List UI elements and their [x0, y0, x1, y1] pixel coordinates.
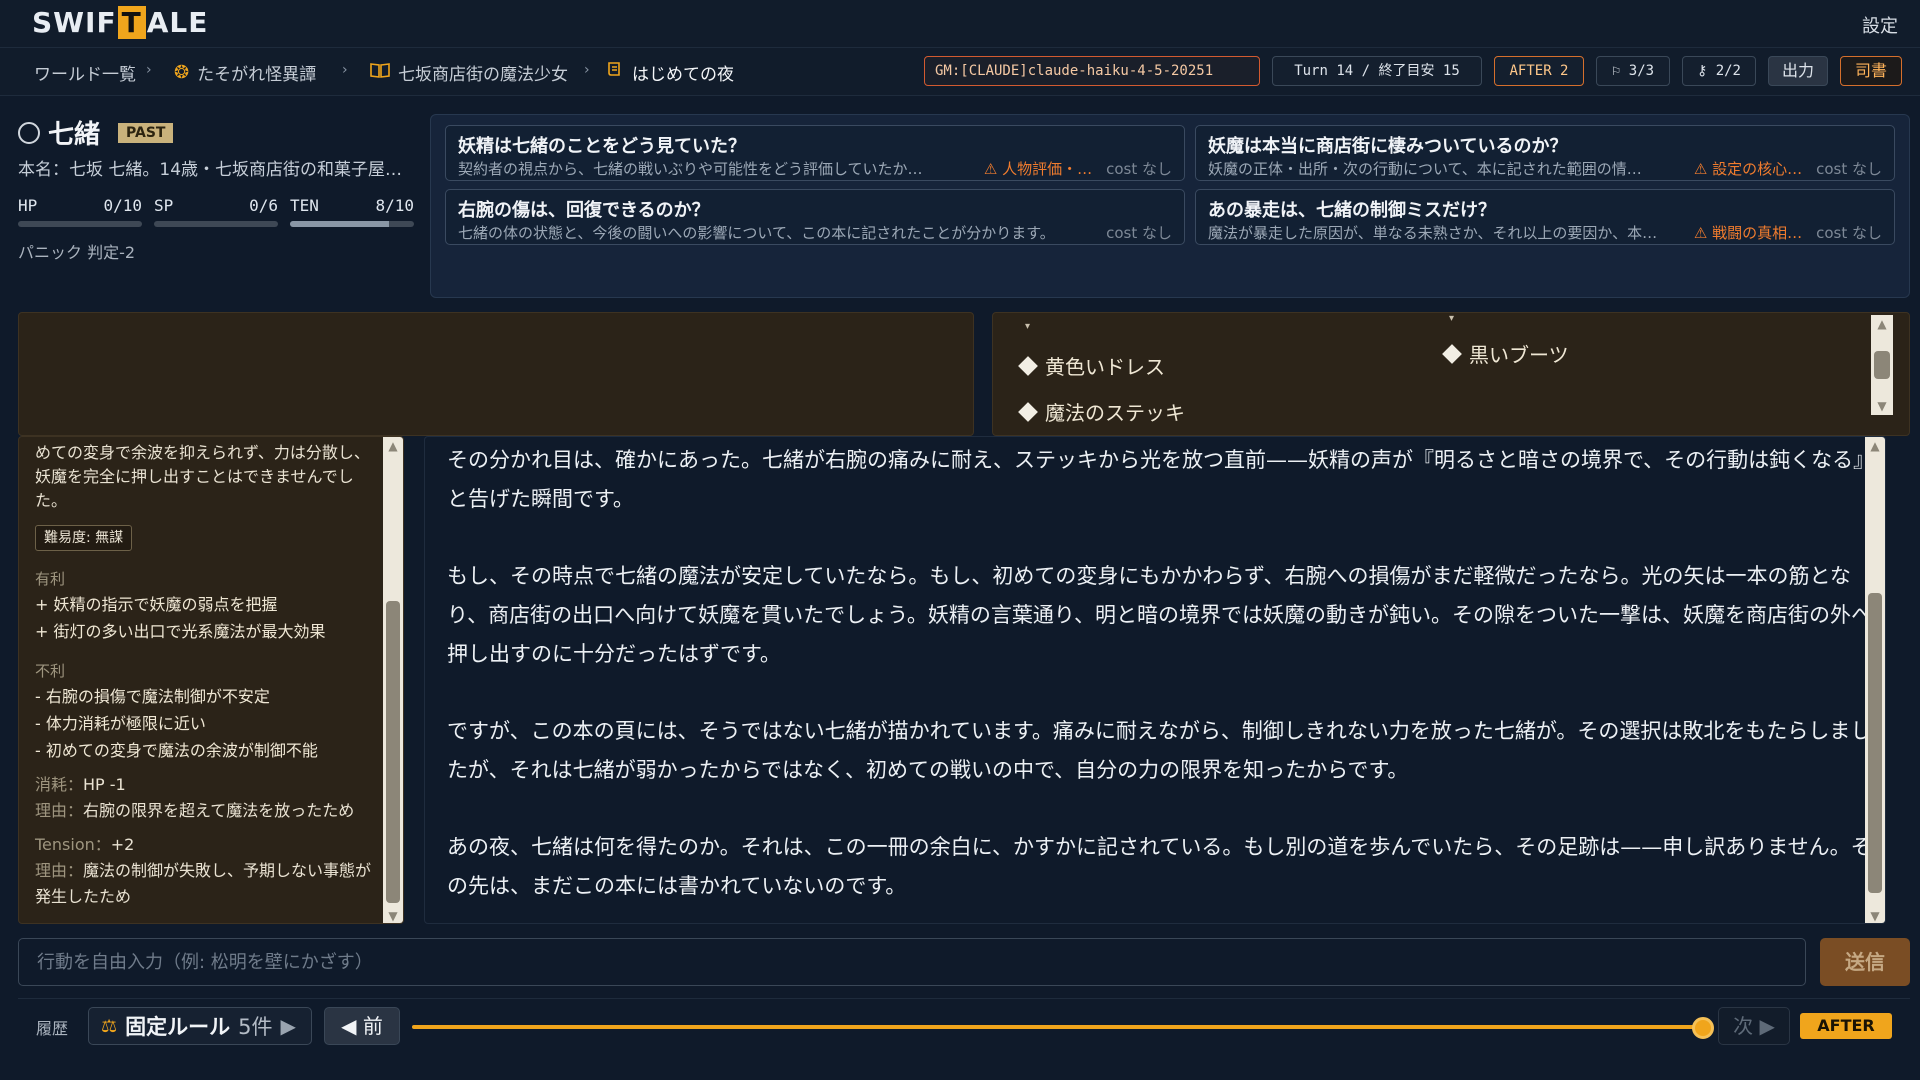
judgement-log: めての変身で余波を抑えられず、力は分散し、妖魔を完全に押し出すことはできませんで…	[18, 436, 404, 924]
turn-counter: Turn 14 / 終了目安 15	[1272, 56, 1482, 86]
scroll-down-icon[interactable]: ▼	[1871, 399, 1893, 413]
story-panel: その分かれ目は、確かにあった。七緒が右腕の痛みに耐え、ステッキから光を放つ直前—…	[424, 436, 1886, 924]
character-panel: 七緒 PAST 本名：七坂 七緒。14歳・七坂商店街の和菓子屋… HP 0/10 …	[18, 114, 428, 294]
person-icon	[18, 121, 40, 144]
send-button[interactable]: 送信	[1820, 938, 1910, 986]
caret-icon: ▾	[1449, 313, 1455, 324]
play-icon: ▶	[280, 1014, 296, 1038]
top-bar: SWIF T ALE 設定	[0, 0, 1920, 48]
question-panel: 妖精は七緒のことをどう見ていた？ 契約者の視点から、七緒の戦いぶりや可能性をどう…	[430, 114, 1910, 298]
breadcrumb-chapter[interactable]: はじめての夜	[606, 60, 734, 85]
character-name: 七緒	[48, 120, 101, 150]
breadcrumb-separator: ›	[584, 62, 590, 78]
breadcrumb-separator: ›	[342, 62, 348, 78]
inventory-item[interactable]: 黄色いドレス	[1018, 351, 1165, 380]
next-button[interactable]: 次 ▶	[1718, 1007, 1790, 1045]
difficulty-badge: 難易度: 無謀	[35, 525, 133, 551]
diamond-icon	[1018, 401, 1038, 422]
breadcrumb-book[interactable]: 七坂商店街の魔法少女	[370, 60, 568, 85]
app-logo[interactable]: SWIF T ALE	[32, 6, 208, 39]
pro-item: + 街灯の多い出口で光系魔法が最大効果	[35, 622, 326, 641]
history-bar: 履歴 ⚖ 固定ルール 5件 ▶ ◀ 前 次 ▶ AFTER	[18, 998, 1910, 1050]
caret-icon: ▾	[1025, 321, 1031, 332]
flag-icon: ⚐	[1611, 63, 1621, 79]
breadcrumb-world[interactable]: ❂ たそがれ怪異譚	[174, 60, 316, 85]
history-slider-track[interactable]	[412, 1025, 1704, 1029]
diamond-icon	[1018, 355, 1038, 376]
inventory-panel: ▾ ▾ 黄色いドレス 魔法のステッキ 黒いブーツ ▲ ▼	[992, 312, 1910, 436]
book-icon	[370, 62, 390, 83]
librarian-button[interactable]: 司書	[1840, 56, 1902, 86]
question-card[interactable]: あの暴走は、七緒の制御ミスだけ？ 魔法が暴走した原因が、単なる未熟さか、それ以上…	[1195, 189, 1895, 245]
log-scrollbar[interactable]: ▲ ▼	[383, 437, 403, 923]
question-card[interactable]: 妖精は七緒のことをどう見ていた？ 契約者の視点から、七緒の戦いぶりや可能性をどう…	[445, 125, 1185, 181]
history-slider-handle[interactable]	[1692, 1017, 1714, 1039]
history-label: 履歴	[36, 1019, 69, 1038]
story-scrollbar[interactable]: ▲ ▼	[1865, 437, 1885, 923]
breadcrumb-separator: ›	[146, 62, 152, 78]
stat-ten: TEN 8/10	[290, 196, 414, 227]
stat-hp: HP 0/10	[18, 196, 142, 227]
diamond-icon	[1442, 343, 1462, 364]
stats: HP 0/10 SP 0/6 TEN 8/10	[18, 196, 428, 227]
pro-item: + 妖精の指示で妖魔の弱点を把握	[35, 595, 278, 614]
con-item: - 初めての変身で魔法の余波が制御不能	[35, 741, 318, 760]
con-item: - 右腕の損傷で魔法制御が不安定	[35, 687, 270, 706]
gm-model-badge[interactable]: GM:[CLAUDE]claude-haiku-4-5-20251	[924, 56, 1260, 86]
past-badge: PAST	[118, 122, 174, 143]
ten-bar	[290, 221, 414, 227]
warning-label: ⚠ 戦闘の真相…	[1693, 224, 1803, 242]
con-item: - 体力消耗が極限に近い	[35, 714, 206, 733]
cons-heading: 不利	[35, 662, 66, 680]
inventory-scrollbar[interactable]: ▲ ▼	[1871, 315, 1893, 415]
export-button[interactable]: 出力	[1768, 56, 1828, 86]
tension-line: Tension：+2 理由：魔法の制御が失敗し、予期しない事態が発生したため	[35, 835, 372, 906]
scene-panel	[18, 312, 974, 436]
key-counter: ⚷ 2/2	[1682, 56, 1756, 86]
after-button[interactable]: AFTER	[1800, 1013, 1892, 1039]
scroll-up-icon[interactable]: ▲	[383, 439, 403, 453]
story-paragraph: もし、その時点で七緒の魔法が安定していたなら。もし、初めての変身にもかかわらず、…	[447, 564, 1873, 666]
story-paragraph: その分かれ目は、確かにあった。七緒が右腕の痛みに耐え、ステッキから光を放つ直前—…	[447, 448, 1875, 511]
hp-bar	[18, 221, 142, 227]
scroll-icon	[606, 61, 624, 84]
log-intro: めての変身で余波を抑えられず、力は分散し、妖魔を完全に押し出すことはできませんで…	[35, 443, 370, 510]
key-icon: ⚷	[1697, 63, 1708, 79]
compass-icon: ❂	[174, 62, 190, 83]
warning-label: ⚠ 設定の核心…	[1693, 160, 1803, 178]
scale-icon: ⚖	[101, 1015, 118, 1037]
story-paragraph: あの夜、七緒は何を得たのか。それは、この一冊の余白に、かすかに記されている。もし…	[447, 835, 1872, 898]
pros-heading: 有利	[35, 570, 66, 588]
panic-status: パニック 判定-2	[18, 243, 136, 262]
breadcrumb: ワールド一覧 › ❂ たそがれ怪異譚 › 七坂商店街の魔法少女 › はじめての夜 …	[0, 48, 1920, 96]
scroll-up-icon[interactable]: ▲	[1865, 439, 1885, 453]
settings-link[interactable]: 設定	[1862, 12, 1898, 38]
story-paragraph: ですが、この本の頁には、そうではない七緒が描かれています。痛みに耐えながら、制御…	[447, 719, 1872, 782]
scroll-up-icon[interactable]: ▲	[1871, 317, 1893, 331]
character-realname: 本名：七坂 七緒。14歳・七坂商店街の和菓子屋…	[18, 160, 403, 180]
scroll-down-icon[interactable]: ▼	[383, 909, 403, 923]
flag-counter: ⚐ 3/3	[1596, 56, 1670, 86]
action-input[interactable]	[18, 938, 1806, 986]
scroll-down-icon[interactable]: ▼	[1865, 909, 1885, 923]
after-badge[interactable]: AFTER 2	[1494, 56, 1584, 86]
stat-sp: SP 0/6	[154, 196, 278, 227]
question-card[interactable]: 右腕の傷は、回復できるのか？ 七緒の体の状態と、今後の闘いへの影響について、この…	[445, 189, 1185, 245]
breadcrumb-world-list[interactable]: ワールド一覧	[34, 60, 136, 85]
cost-line: 消耗：HP -1 理由：右腕の限界を超えて魔法を放ったため	[35, 775, 355, 820]
inventory-item[interactable]: 黒いブーツ	[1442, 339, 1569, 368]
inventory-item[interactable]: 魔法のステッキ	[1018, 397, 1185, 426]
question-card[interactable]: 妖魔は本当に商店街に棲みついているのか？ 妖魔の正体・出所・次の行動について、本…	[1195, 125, 1895, 181]
prev-button[interactable]: ◀ 前	[324, 1007, 400, 1045]
sp-bar	[154, 221, 278, 227]
warning-label: ⚠ 人物評価・…	[983, 160, 1093, 178]
fixed-rules-button[interactable]: ⚖ 固定ルール 5件 ▶	[88, 1007, 312, 1045]
